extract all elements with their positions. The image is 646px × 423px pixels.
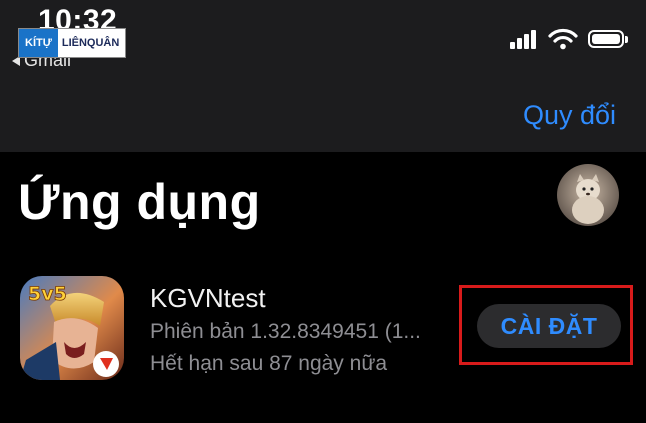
top-bar: 10:32 Gmail KÍTỰ LIÊNQUÂN Quy đổi [0, 0, 646, 152]
install-button[interactable]: CÀI ĐẶT [477, 304, 621, 348]
quy-doi-button[interactable]: Quy đổi [523, 100, 616, 131]
app-icon-badge: 5v5 [28, 283, 67, 305]
cellular-signal-icon [510, 29, 538, 49]
app-name: KGVNtest [150, 283, 266, 313]
install-highlight-box: CÀI ĐẶT [459, 285, 633, 365]
watermark-logo: KÍTỰ LIÊNQUÂN [18, 28, 126, 58]
avatar[interactable] [557, 164, 619, 226]
app-icon[interactable]: 5v5 [20, 276, 124, 380]
app-version: Phiên bản 1.32.8349451 (1... [150, 320, 421, 343]
watermark-right: LIÊNQUÂN [61, 37, 120, 49]
watermark-left: KÍTỰ [19, 29, 58, 57]
status-icons [510, 28, 628, 50]
battery-icon [588, 30, 628, 48]
wifi-icon [548, 28, 578, 50]
page-title: Ứng dụng [18, 174, 261, 230]
app-expiry: Hết hạn sau 87 ngày nữa [150, 352, 388, 375]
